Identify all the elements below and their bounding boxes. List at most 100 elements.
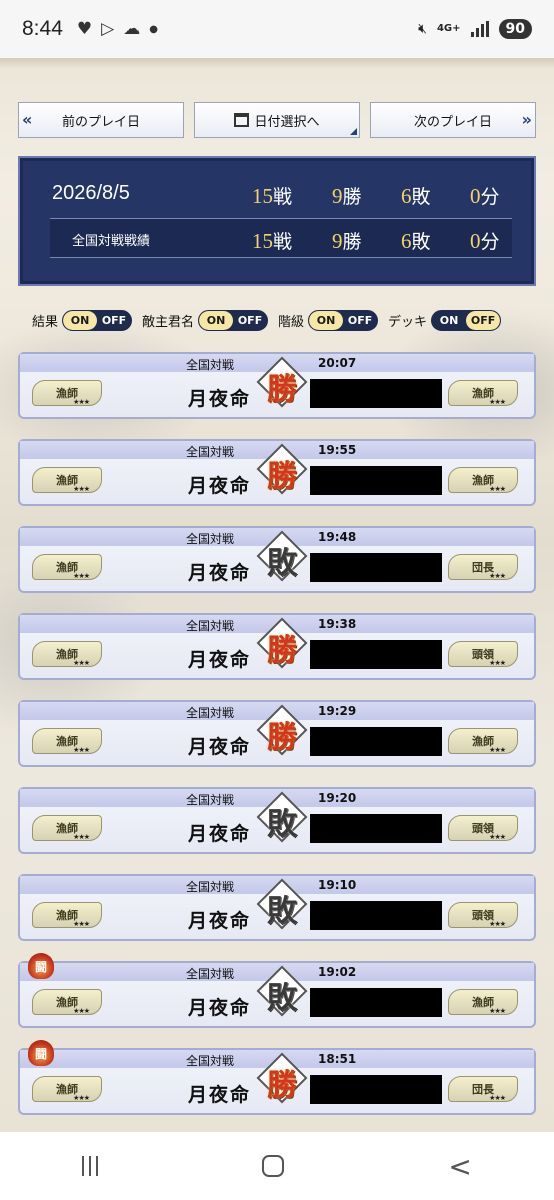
battle-mode: 全国対戦 (186, 967, 235, 981)
prev-play-day-label: 前のプレイ日 (61, 114, 140, 130)
overall-record-row: 全国対戦戦績 15戦 9勝 6敗 0分 (50, 218, 512, 258)
rank-stars-icon: ★★★ (73, 398, 90, 406)
daily-draws: 0分 (470, 184, 500, 208)
enemy-rank-badge: 頭領 ★★★ (448, 815, 518, 841)
redacted-enemy-name (310, 466, 442, 495)
next-play-day-button[interactable]: 次のプレイ日 » (370, 102, 536, 138)
daily-battles: 15戦 (252, 184, 293, 208)
player-rank-badge: 漁師 ★★★ (32, 989, 102, 1015)
prev-play-day-button[interactable]: « 前のプレイ日 (18, 102, 184, 138)
dot-icon: ● (149, 23, 158, 35)
chevron-right-icon: » (521, 110, 532, 129)
battle-card[interactable]: 闘全国対戦 19:02 漁師 ★★★ 月夜命敗 漁師 ★★★ (18, 953, 536, 1028)
select-date-button[interactable]: 日付選択へ (194, 102, 360, 138)
battle-card[interactable]: 闘全国対戦 18:51 漁師 ★★★ 月夜命勝 団長 ★★★ (18, 1040, 536, 1115)
battle-result-mark: 勝 (256, 443, 308, 495)
summary-date: 2026/8/5 (52, 182, 130, 204)
toggle-on[interactable]: ON (309, 310, 344, 330)
battle-result-mark: 敗 (256, 791, 308, 843)
enemy-rank-badge: 漁師 ★★★ (448, 989, 518, 1015)
filter-result-toggle[interactable]: ON OFF (62, 309, 133, 331)
rank-stars-icon: ★★★ (489, 833, 506, 841)
filter-enemy-name-toggle[interactable]: ON OFF (198, 309, 269, 331)
battle-result: 勝 (267, 459, 297, 494)
battle-card[interactable]: 全国対戦 19:10 漁師 ★★★ 月夜命敗 頭領 ★★★ (18, 874, 536, 941)
toggle-on[interactable]: ON (63, 310, 98, 330)
enemy-rank-badge: 漁師 ★★★ (448, 728, 518, 754)
battle-result-mark: 敗 (256, 965, 308, 1017)
battle-card[interactable]: 全国対戦 19:29 漁師 ★★★ 月夜命勝 漁師 ★★★ (18, 700, 536, 767)
rank-stars-icon: ★★★ (489, 485, 506, 493)
enemy-rank-badge: 漁師 ★★★ (448, 467, 518, 493)
rank-stars-icon: ★★★ (73, 1094, 90, 1102)
filter-result-label: 結果 (32, 314, 59, 330)
lord-name: 月夜命 (188, 1084, 252, 1106)
home-icon[interactable] (262, 1155, 285, 1177)
status-notification-icons: ♥ ▷ ☁ ● (77, 19, 158, 39)
battle-time: 18:51 (318, 1052, 357, 1066)
battle-mode: 全国対戦 (186, 619, 235, 633)
player-rank-badge: 漁師 ★★★ (32, 467, 102, 493)
back-icon[interactable]: < (448, 1150, 471, 1183)
toggle-off[interactable]: OFF (343, 311, 377, 330)
play-store-icon: ▷ (101, 19, 115, 39)
signal-icon (470, 21, 489, 37)
battle-card[interactable]: 全国対戦 19:48 漁師 ★★★ 月夜命敗 団長 ★★★ (18, 526, 536, 593)
redacted-enemy-name (310, 901, 442, 930)
redacted-enemy-name (310, 379, 442, 408)
filter-rank-toggle[interactable]: ON OFF (308, 309, 379, 331)
status-right: 🔇︎ 4G+ 90 (418, 19, 532, 39)
battle-card[interactable]: 全国対戦 19:38 漁師 ★★★ 月夜命勝 頭領 ★★★ (18, 613, 536, 680)
battle-result-mark: 勝 (256, 704, 308, 756)
battle-result: 勝 (267, 372, 297, 407)
chevron-left-icon: « (22, 110, 33, 129)
rank-stars-icon: ★★★ (73, 659, 90, 667)
player-rank-badge: 漁師 ★★★ (32, 728, 102, 754)
lord-name: 月夜命 (188, 736, 252, 758)
recent-apps-icon[interactable] (82, 1156, 99, 1176)
lord-name: 月夜命 (188, 475, 252, 497)
battle-result: 敗 (267, 894, 297, 929)
battle-mode: 全国対戦 (186, 880, 235, 894)
rank-stars-icon: ★★★ (489, 1094, 506, 1102)
rank-stars-icon: ★★★ (489, 1007, 506, 1015)
toggle-on[interactable]: ON (199, 310, 234, 330)
lord-name: 月夜命 (188, 649, 252, 671)
rank-stars-icon: ★★★ (489, 572, 506, 580)
battle-result-mark: 勝 (256, 356, 308, 408)
toggle-off[interactable]: OFF (97, 311, 131, 330)
enemy-rank-badge: 団長 ★★★ (448, 554, 518, 580)
battle-result: 勝 (267, 720, 297, 755)
player-rank-badge: 漁師 ★★★ (32, 554, 102, 580)
toggle-off[interactable]: OFF (466, 310, 501, 330)
overall-draws: 0分 (470, 229, 500, 253)
battle-result: 勝 (267, 1068, 297, 1103)
system-navigation-bar: < (0, 1132, 554, 1200)
battle-card[interactable]: 全国対戦 19:20 漁師 ★★★ 月夜命敗 頭領 ★★★ (18, 787, 536, 854)
battle-time: 19:20 (318, 791, 357, 805)
toggle-on[interactable]: ON (432, 311, 466, 330)
battle-time: 19:48 (318, 530, 357, 544)
battle-mode: 全国対戦 (186, 445, 235, 459)
next-play-day-label: 次のプレイ日 (413, 114, 492, 130)
battle-card[interactable]: 全国対戦 20:07 漁師 ★★★ 月夜命勝 漁師 ★★★ (18, 352, 536, 419)
battle-result: 勝 (267, 633, 297, 668)
enemy-rank-badge: 頭領 ★★★ (448, 641, 518, 667)
battle-result: 敗 (267, 981, 297, 1016)
overall-record-label: 全国対戦戦績 (72, 234, 151, 249)
rank-stars-icon: ★★★ (73, 920, 90, 928)
battle-mode: 全国対戦 (186, 358, 235, 372)
toggle-off[interactable]: OFF (233, 311, 267, 330)
battle-card[interactable]: 全国対戦 19:55 漁師 ★★★ 月夜命勝 漁師 ★★★ (18, 439, 536, 506)
lord-name: 月夜命 (188, 823, 252, 845)
player-rank-badge: 漁師 ★★★ (32, 902, 102, 928)
battle-mode: 全国対戦 (186, 706, 235, 720)
status-time: 8:44 (22, 17, 63, 40)
lord-name: 月夜命 (188, 388, 252, 410)
battery-level: 90 (498, 19, 532, 39)
filter-deck-toggle[interactable]: ON OFF (431, 309, 502, 331)
filter-rank-label: 階級 (278, 314, 305, 330)
battle-mode: 全国対戦 (186, 1054, 235, 1068)
battle-result: 敗 (267, 546, 297, 581)
redacted-enemy-name (310, 1075, 442, 1104)
